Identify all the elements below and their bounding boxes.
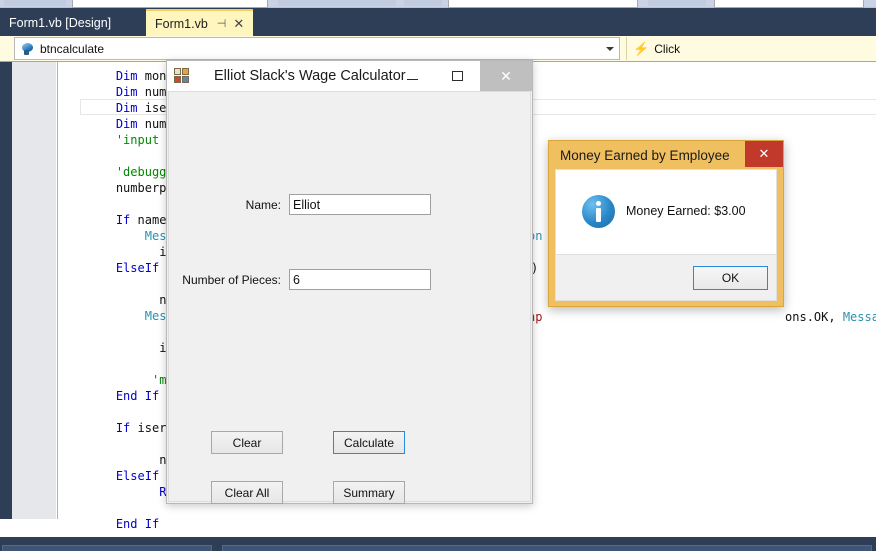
toolbar-group-4[interactable] [648,0,706,6]
editor-left-rail [0,62,12,519]
toolbar-search-box[interactable] [448,0,638,8]
tab-form1-code[interactable]: Form1.vb ⊣ ✕ [146,9,254,36]
summary-button[interactable]: Summary [333,481,405,504]
window-controls: ✕ [390,61,532,91]
taskbar-item-2[interactable] [222,545,872,551]
toolbar-group-3[interactable] [404,0,442,6]
close-icon[interactable]: ✕ [480,61,532,91]
chevron-down-icon[interactable] [606,47,614,51]
vb-form-icon [174,68,190,84]
close-icon[interactable]: ✕ [233,17,244,30]
editor-gutter[interactable] [12,62,56,519]
form-title-bar[interactable]: Elliot Slack's Wage Calculator ✕ [167,61,532,91]
message-box-footer: OK [556,254,776,300]
clear-button[interactable]: Clear [211,431,283,454]
pieces-label: Number of Pieces: [182,272,281,287]
pin-icon[interactable]: ⊣ [217,17,227,30]
tab-form1-design[interactable]: Form1.vb [Design] [0,9,121,36]
member-dropdown[interactable]: btncalculate [14,37,620,60]
pieces-input[interactable]: 6 [289,269,431,290]
form-client-area: Name: Elliot Number of Pieces: 6 Clear C… [168,91,531,504]
name-label: Name: [245,197,281,212]
information-icon [582,195,615,228]
field-row-pieces: Number of Pieces: 6 [175,269,431,290]
visual-studio-toolbar [0,0,876,8]
message-box-title-bar[interactable]: Money Earned by Employee ✕ [549,141,783,169]
event-name: Click [654,41,681,56]
message-box-inner: Money Earned: $3.00 OK [555,169,777,301]
message-box-title: Money Earned by Employee [560,147,730,163]
ok-button[interactable]: OK [693,266,768,290]
message-box-dialog: Money Earned by Employee ✕ Money Earned:… [548,140,784,307]
message-box-text: Money Earned: $3.00 [626,204,746,218]
event-dropdown[interactable]: ⚡ Click [626,37,680,60]
vs-ide-window: Form1.vb [Design] Form1.vb ⊣ ✕ btncalcul… [0,0,876,551]
minimize-icon[interactable] [390,61,435,91]
calculate-button[interactable]: Calculate [333,431,405,454]
name-input[interactable]: Elliot [289,194,431,215]
toolbar-group-2[interactable] [278,0,396,6]
document-tab-strip: Form1.vb [Design] Form1.vb ⊣ ✕ [0,8,876,36]
taskbar [0,544,876,551]
code-line: End If [115,517,160,531]
maximize-icon[interactable] [435,61,480,91]
form-title-text: Elliot Slack's Wage Calculator [214,68,406,84]
toolbar-stack-frame-combo[interactable] [714,0,864,8]
lightning-bolt-icon: ⚡ [633,40,650,56]
tab-label: Form1.vb [155,16,208,31]
status-bar [0,537,876,544]
code-navigation-bar: btncalculate ⚡ Click [0,36,876,61]
message-box-content: Money Earned: $3.00 [556,170,776,254]
toolbar-group-1[interactable] [4,0,66,6]
toolbar-project-combo[interactable] [72,0,268,8]
field-row-name: Name: Elliot [209,194,431,215]
tab-label: Form1.vb [Design] [9,15,112,30]
wage-calculator-window: Elliot Slack's Wage Calculator ✕ Name: E… [166,60,533,504]
taskbar-item-1[interactable] [2,545,212,551]
member-name: btncalculate [40,41,105,56]
clear-all-button[interactable]: Clear All [211,481,283,504]
method-icon [21,42,35,56]
close-icon[interactable]: ✕ [745,141,783,167]
